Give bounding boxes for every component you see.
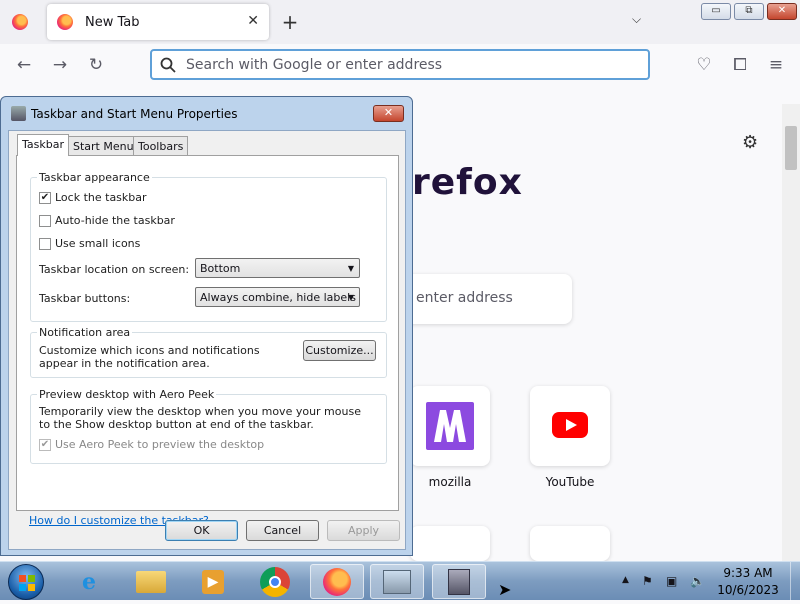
forward-arrow-icon[interactable]: → [50,55,70,75]
taskbar-properties-icon[interactable] [432,564,486,599]
mozilla-m-icon [426,402,474,450]
address-placeholder: Search with Google or enter address [186,56,443,73]
search-icon [160,57,176,73]
tray-expand-icon[interactable]: ▲ [622,575,629,585]
group-title: Preview desktop with Aero Peek [37,388,217,401]
dialog-close-button[interactable]: ✕ [373,105,404,122]
buttons-label: Taskbar buttons: [39,292,131,305]
volume-muted-icon[interactable]: 🔈 [690,574,705,588]
tab-close-icon[interactable]: ✕ [247,13,259,29]
aero-peek-checkbox[interactable]: ✔ [39,439,51,451]
minimize-button[interactable]: ▭ [701,3,731,20]
brand-wordmark: refox [412,162,523,203]
extensions-icon[interactable]: ⧠ [730,55,750,75]
tab-new-tab[interactable]: New Tab ✕ [47,4,269,40]
top-site-tile[interactable] [410,526,490,561]
tab-strip: New Tab ✕ + ⌵ ▭ ⧉ ✕ [0,0,800,44]
firefox-icon [57,14,73,30]
checkbox-label: Use small icons [55,237,141,250]
tile-label: mozilla [428,475,472,489]
windows-taskbar: e ▶ ▲ ⚑ ▣ 🔈 9:33 AM 10/6/2023 [0,561,800,601]
chrome-icon[interactable] [248,564,302,599]
checkbox-label: Auto-hide the taskbar [55,214,175,227]
scrollbar-thumb[interactable] [785,126,797,170]
location-select[interactable]: Bottom ▼ [195,258,360,278]
apply-button[interactable]: Apply [327,520,400,541]
group-title: Taskbar appearance [37,171,152,184]
dropdown-arrow-icon: ▼ [347,264,354,273]
dropdown-arrow-icon: ▼ [347,293,354,302]
top-site-tile-youtube[interactable] [530,386,610,466]
content-search-box[interactable]: enter address [400,274,572,324]
internet-explorer-icon[interactable]: e [62,564,116,599]
youtube-play-icon [552,412,588,438]
buttons-select[interactable]: Always combine, hide labels ▼ [195,287,360,307]
dialog-app-icon [11,106,26,121]
taskbar-properties-dialog: Taskbar and Start Menu Properties ✕ Task… [0,96,413,556]
location-label: Taskbar location on screen: [39,263,190,276]
top-site-tile[interactable] [530,526,610,561]
customize-button[interactable]: Customize... [303,340,376,361]
navigation-bar: ← → ↻ Search with Google or enter addres… [0,44,800,84]
small-icons-checkbox[interactable] [39,238,51,250]
action-center-icon[interactable]: ⚑ [642,574,653,588]
scrollbar[interactable] [782,104,800,561]
back-arrow-icon[interactable]: ← [14,55,34,75]
pocket-icon[interactable]: ♡ [694,55,714,75]
tab-taskbar[interactable]: Taskbar [17,134,69,156]
clock-date[interactable]: 10/6/2023 [710,583,786,597]
clock-time[interactable]: 9:33 AM [710,566,786,580]
new-tab-button[interactable]: + [280,10,300,34]
cancel-button[interactable]: Cancel [246,520,319,541]
restore-button[interactable]: ⧉ [734,3,764,20]
address-bar[interactable]: Search with Google or enter address [150,49,650,80]
reload-icon[interactable]: ↻ [86,55,106,75]
dialog-body: Taskbar Start Menu Toolbars Taskbar appe… [8,130,406,550]
file-explorer-icon[interactable] [124,564,178,599]
location-value: Bottom [200,262,241,275]
firefox-taskbar-icon[interactable] [310,564,364,599]
buttons-value: Always combine, hide labels [200,291,356,304]
notification-text: Customize which icons and notifications … [39,344,260,370]
firefox-view-icon[interactable] [12,14,28,30]
group-title: Notification area [37,326,133,339]
checkbox-label: Lock the taskbar [55,191,147,204]
checkbox-label: Use Aero Peek to preview the desktop [55,438,265,451]
lock-taskbar-checkbox[interactable]: ✔ [39,192,51,204]
ok-button[interactable]: OK [165,520,238,541]
mouse-cursor-icon: ➤ [498,580,512,599]
start-button[interactable] [8,564,44,600]
dialog-title: Taskbar and Start Menu Properties [31,107,238,121]
top-site-tile-mozilla[interactable] [410,386,490,466]
auto-hide-checkbox[interactable] [39,215,51,227]
menu-icon[interactable]: ≡ [766,55,786,75]
windows-logo-icon [19,575,35,591]
tab-start-menu[interactable]: Start Menu [68,136,139,155]
show-desktop-button[interactable] [790,562,800,601]
window-close-button[interactable]: ✕ [767,3,797,20]
control-panel-icon[interactable] [370,564,424,599]
network-icon[interactable]: ▣ [666,574,677,588]
tab-list-chevron-icon[interactable]: ⌵ [632,12,641,27]
tile-label: YouTube [545,475,595,489]
media-player-icon[interactable]: ▶ [186,564,240,599]
tab-label: New Tab [85,14,140,30]
content-search-placeholder: enter address [416,290,513,306]
tab-toolbars[interactable]: Toolbars [133,136,189,155]
aero-peek-text: Temporarily view the desktop when you mo… [39,405,361,431]
tab-panel: Taskbar appearance ✔ Lock the taskbar Au… [16,155,399,511]
gear-icon[interactable]: ⚙ [742,132,758,153]
